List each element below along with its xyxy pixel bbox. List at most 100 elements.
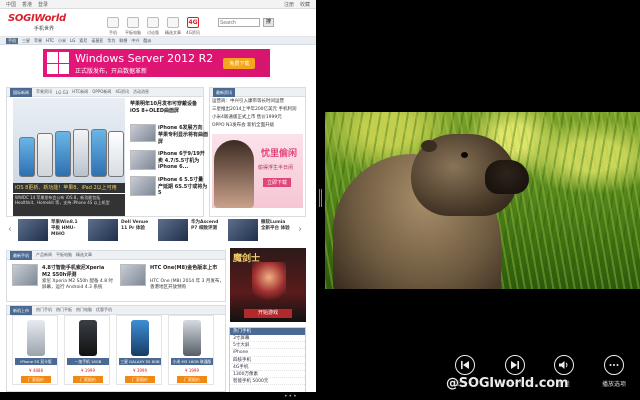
carousel-prev-icon[interactable]: ‹ bbox=[8, 224, 16, 238]
product-card[interactable]: 三星 GALAXY S5 8GB ¥ 3999 厂家报价 bbox=[116, 315, 162, 385]
news-headline[interactable]: HTC One(M8)金色版本上市 bbox=[150, 264, 224, 271]
tab-oppo[interactable]: OPPO新闻 bbox=[92, 89, 111, 95]
brand-row: SOGIWorld 手机世界 手机 平板电脑 讨论版 精选文章 4G4G资讯 搜 bbox=[0, 9, 316, 37]
next-track-icon bbox=[505, 355, 525, 375]
product-name: 三星 GALAXY S5 8GB bbox=[119, 358, 161, 365]
product-quote-button[interactable]: 厂家报价 bbox=[125, 376, 155, 383]
nav-4g[interactable]: 4G 4G资讯 bbox=[184, 10, 202, 36]
news-right-item[interactable]: 运营商：中兴引入康带等长时间运营 bbox=[212, 98, 304, 104]
news-headline[interactable]: iPhone 6 5.5寸量产延期 6S.5寸或将为5 bbox=[158, 176, 208, 196]
carousel-item[interactable]: 华为Ascend P7 细致评测 bbox=[158, 219, 226, 243]
tab-product-news[interactable]: 产品新闻 bbox=[36, 252, 52, 258]
banner-title: Windows Server 2012 R2 bbox=[75, 51, 214, 65]
menu-item[interactable]: 四核手机 bbox=[230, 357, 305, 364]
brand-link[interactable]: 华为 bbox=[107, 38, 115, 44]
tab-htc[interactable]: HTC新闻 bbox=[72, 89, 88, 95]
windows-server-banner[interactable]: Windows Server 2012 R2 正式版发布，开启数据革新 免费下载 bbox=[43, 49, 270, 77]
product-card[interactable]: 一加手机 16GB ¥ 1999 厂家报价 bbox=[64, 315, 110, 385]
news-headline[interactable]: 苹果明年10月发布可穿戴设备 iOS 8+OLED曲面屏 bbox=[130, 100, 208, 114]
top-link-favorite[interactable]: 收藏 bbox=[300, 1, 310, 8]
tab-international[interactable]: 国际新闻 bbox=[10, 87, 32, 97]
brand-link[interactable]: 三星 bbox=[22, 38, 30, 44]
product-image bbox=[79, 320, 97, 356]
video-frame[interactable] bbox=[325, 112, 640, 289]
brand-link[interactable]: 中兴 bbox=[131, 38, 139, 44]
top-link-login[interactable]: 登录 bbox=[38, 1, 48, 8]
tab-events[interactable]: 活动消息 bbox=[133, 89, 149, 95]
game-start-button[interactable]: 开始游戏 bbox=[244, 309, 292, 318]
forum-icon bbox=[147, 16, 159, 28]
menu-item[interactable]: 3寸屏幕 bbox=[230, 335, 305, 343]
tab-4g[interactable]: 4G资讯 bbox=[115, 89, 129, 95]
search-input[interactable] bbox=[218, 18, 260, 27]
nav-phone[interactable]: 手机 bbox=[104, 10, 122, 36]
carousel-item[interactable]: 苹果Win8.1平板 HMU-MIHO bbox=[18, 219, 86, 243]
nav-article[interactable]: 精选文章 bbox=[164, 10, 182, 36]
product-card[interactable]: iPhone 5S 双卡版 ¥ 4888 厂家报价 bbox=[12, 315, 58, 385]
ad-cta-button[interactable]: 立即下载 bbox=[262, 178, 291, 187]
game-ad[interactable]: 魔剑士 开始游戏 bbox=[230, 248, 306, 322]
news-right-item[interactable]: OPPO N3发布会 新机全面升级 bbox=[212, 122, 304, 128]
product-quote-button[interactable]: 厂家报价 bbox=[21, 376, 51, 383]
product-price: ¥ 1999 bbox=[185, 368, 199, 373]
carousel-image bbox=[158, 219, 188, 241]
tab-deals[interactable]: 优惠手机 bbox=[96, 307, 112, 313]
tab-latest[interactable]: 最新资讯 bbox=[213, 87, 235, 97]
divider-grip-icon[interactable] bbox=[319, 189, 322, 207]
menu-item[interactable]: 5寸大屏 bbox=[230, 342, 305, 350]
tab-new-arrivals[interactable]: 新机上市 bbox=[10, 305, 32, 315]
product-quote-button[interactable]: 厂家报价 bbox=[177, 376, 207, 383]
news-headline[interactable]: iPhone 6于9/19开卖 4.7/5.5寸机为 iPhone 6... bbox=[158, 150, 208, 170]
hero-caption[interactable]: iOS 8更新、新功能！苹果8、iPad 2以上可用 bbox=[13, 183, 125, 193]
brand-link[interactable]: 诺基亚 bbox=[91, 38, 103, 44]
menu-item[interactable]: 智能手机 5000元 bbox=[230, 378, 305, 386]
carousel-item[interactable]: Dell Venue 11 Pr 体验 bbox=[88, 219, 156, 243]
more-icon[interactable]: ••• bbox=[284, 393, 298, 400]
product-name: 一加手机 16GB bbox=[67, 358, 109, 365]
brand-link[interactable]: 苹果 bbox=[34, 38, 42, 44]
tab-hot-pc[interactable]: 热门电脑 bbox=[76, 307, 92, 313]
ad-banner-right[interactable]: 忧里偷闲 偷得浮生半日闲 立即下载 bbox=[212, 134, 303, 208]
tab-lg[interactable]: LG G3 bbox=[56, 90, 68, 95]
news-section-mid: 最新手机 产品新闻 平板电脑 精选文章 bbox=[6, 250, 226, 302]
tab-tablets[interactable]: 平板电脑 bbox=[56, 252, 72, 258]
product-quote-button[interactable]: 厂家报价 bbox=[73, 376, 103, 383]
top-link-region-hk[interactable]: 香港 bbox=[22, 1, 32, 8]
nav-forum[interactable]: 讨论版 bbox=[144, 10, 162, 36]
news-headline[interactable]: 4.8寸智能手机索尼Xperia M2 S50h评测 bbox=[42, 264, 114, 278]
site-logo[interactable]: SOGIWorld 手机世界 bbox=[6, 12, 66, 34]
brand-link[interactable]: 索尼 bbox=[79, 38, 87, 44]
nav-label: 精选文章 bbox=[165, 29, 181, 35]
brand-link[interactable]: 联想 bbox=[119, 38, 127, 44]
banner-cta-button[interactable]: 免费下载 bbox=[223, 57, 256, 69]
news-right-item[interactable]: 三星推出2014上半年200亿美元 手机利润 bbox=[212, 106, 304, 112]
tab-apple[interactable]: 苹果资讯 bbox=[36, 89, 52, 95]
carousel-item[interactable]: 微软Lumia 全新平台 体验 bbox=[228, 219, 296, 243]
tab-hot-tablets[interactable]: 热门平板 bbox=[56, 307, 72, 313]
top-link-region[interactable]: 中国 bbox=[6, 1, 16, 8]
product-card[interactable]: 小米 M3 16GB 联通版 ¥ 1999 厂家报价 bbox=[168, 315, 214, 385]
split-divider[interactable] bbox=[316, 0, 325, 400]
news-thumbnail bbox=[120, 264, 146, 286]
brand-link[interactable]: 小米 bbox=[58, 38, 66, 44]
marmot-eye bbox=[461, 152, 468, 158]
play-options-button[interactable]: 播放选项 bbox=[594, 355, 634, 395]
menu-item[interactable]: 1300万像素 bbox=[230, 371, 305, 379]
menu-item[interactable]: iPhone bbox=[230, 349, 305, 357]
brand-link[interactable]: LG bbox=[70, 38, 75, 43]
news-right-item[interactable]: 小米4联通版正式上市 售价1999元 bbox=[212, 114, 304, 120]
news-headline[interactable]: iPhone 6发展方向 苹果专利显示将有曲面屏 bbox=[158, 124, 208, 145]
search-button[interactable]: 搜 bbox=[263, 18, 274, 27]
tab-hot-phones[interactable]: 热门手机 bbox=[36, 307, 52, 313]
phone-image bbox=[108, 131, 124, 177]
nav-tablet[interactable]: 平板电脑 bbox=[124, 10, 142, 36]
brand-link[interactable]: HTC bbox=[46, 38, 54, 43]
hero-image[interactable] bbox=[13, 98, 125, 183]
volume-icon bbox=[554, 355, 574, 375]
tab-featured[interactable]: 精选文章 bbox=[76, 252, 92, 258]
tab-new-phones[interactable]: 最新手机 bbox=[10, 250, 32, 260]
menu-item[interactable]: 4G手机 bbox=[230, 364, 305, 371]
top-link-register[interactable]: 注册 bbox=[284, 1, 294, 8]
carousel-next-icon[interactable]: › bbox=[298, 224, 306, 238]
brand-link[interactable]: 酷派 bbox=[143, 38, 151, 44]
